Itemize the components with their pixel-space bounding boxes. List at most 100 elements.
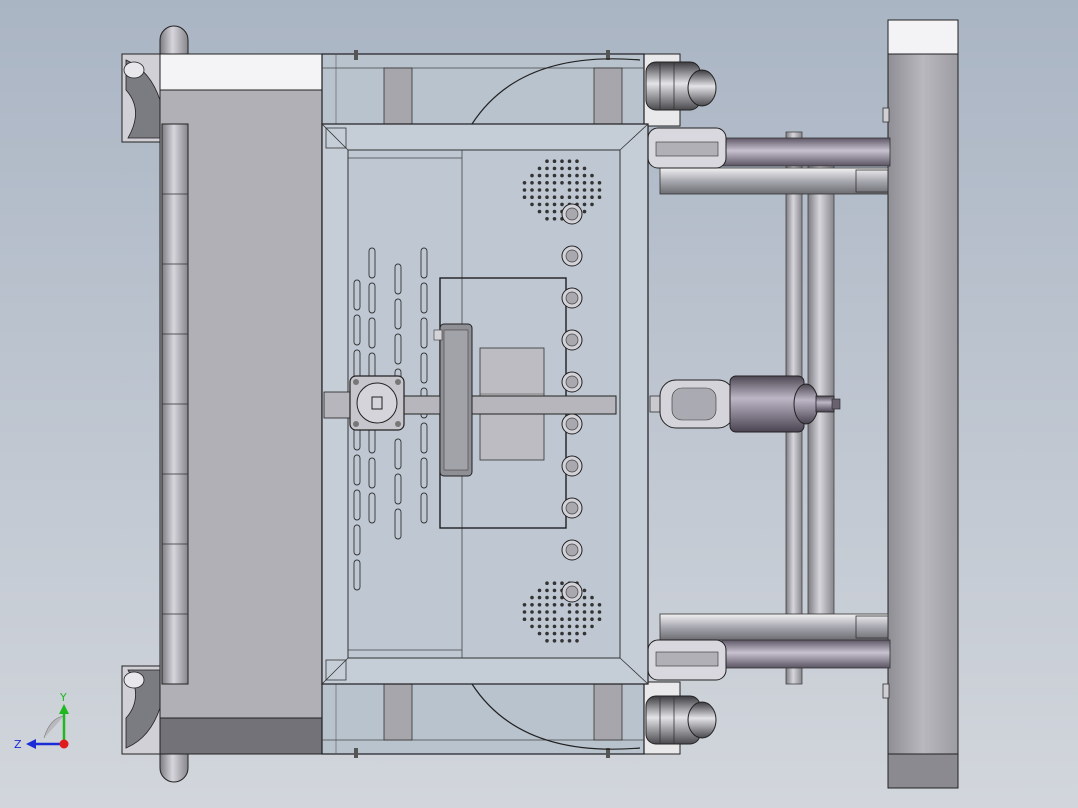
- perforation-hole: [582, 166, 587, 171]
- perforation-hole: [552, 595, 557, 600]
- perforation-hole: [552, 603, 557, 607]
- perforation-hole: [582, 595, 587, 600]
- perforation-hole: [537, 166, 542, 171]
- perforation-hole: [597, 610, 602, 614]
- perforation-hole: [552, 617, 557, 621]
- perforation-hole: [552, 209, 557, 214]
- perforation-hole: [567, 617, 572, 621]
- perforation-hole: [582, 181, 587, 185]
- bolt-inner: [565, 249, 579, 263]
- perforation-hole: [522, 195, 527, 199]
- perforation-hole: [522, 617, 527, 621]
- perforation-hole: [530, 181, 534, 185]
- perforation-hole: [567, 603, 572, 607]
- perforation-hole: [537, 610, 542, 614]
- perforation-hole: [560, 202, 564, 207]
- perforation-hole: [552, 188, 557, 192]
- perforation-hole: [537, 188, 542, 192]
- perforation-hole: [575, 173, 579, 178]
- perforation-hole: [552, 166, 557, 171]
- perforation-hole: [597, 195, 602, 199]
- bolt-inner: [565, 501, 579, 515]
- bolt-inner: [565, 333, 579, 347]
- perforation-hole: [552, 173, 557, 178]
- perforation-hole: [545, 639, 549, 643]
- perforation-hole: [597, 181, 602, 185]
- perforation-hole: [590, 181, 594, 185]
- perforation-hole: [567, 624, 572, 629]
- perforation-hole: [590, 603, 594, 607]
- perforation-hole: [530, 617, 534, 621]
- perforation-hole: [575, 639, 579, 643]
- perforation-hole: [530, 624, 534, 629]
- perforation-hole: [545, 209, 549, 214]
- perforation-hole: [552, 581, 557, 585]
- bolt-inner: [565, 543, 579, 557]
- perforation-hole: [582, 588, 587, 593]
- perforation-hole: [530, 610, 534, 614]
- triad-z-label: Z: [14, 738, 22, 751]
- perforation-hole: [545, 202, 549, 207]
- perforation-hole: [597, 188, 602, 192]
- perforation-hole: [537, 588, 542, 593]
- perforation-hole: [582, 173, 587, 178]
- perforation-hole: [552, 624, 557, 629]
- perforation-hole: [582, 195, 587, 199]
- perforation-hole: [560, 617, 564, 621]
- perforation-hole: [567, 173, 572, 178]
- perforation-hole: [552, 588, 557, 593]
- perforation-hole: [575, 617, 579, 621]
- bolt-inner: [565, 291, 579, 305]
- perforation-hole: [552, 159, 557, 163]
- perforation-hole: [590, 595, 594, 600]
- bolt-inner: [565, 375, 579, 389]
- perforation-hole: [522, 181, 527, 185]
- perforation-hole: [522, 610, 527, 614]
- perforation-hole: [545, 181, 549, 185]
- perforation-hole: [545, 581, 549, 585]
- perforation-hole: [560, 631, 564, 636]
- perforation-hole: [560, 581, 564, 585]
- perforation-hole: [590, 173, 594, 178]
- perforation-hole: [545, 603, 549, 607]
- perforation-hole: [552, 217, 557, 221]
- perforation-hole: [530, 603, 534, 607]
- perforation-hole: [560, 624, 564, 629]
- perforation-hole: [545, 188, 549, 192]
- perforation-hole: [545, 173, 549, 178]
- model-drawing: Y Z: [0, 0, 1078, 808]
- perforation-hole: [545, 610, 549, 614]
- perforation-hole: [575, 188, 579, 192]
- perforation-hole: [590, 617, 594, 621]
- perforation-hole: [537, 209, 542, 214]
- perforation-hole: [582, 624, 587, 629]
- perforation-hole: [582, 617, 587, 621]
- perforation-hole: [530, 173, 534, 178]
- perforation-hole: [552, 631, 557, 636]
- perforation-hole: [560, 159, 564, 163]
- perforation-hole: [567, 610, 572, 614]
- perforation-hole: [552, 639, 557, 643]
- perforation-hole: [530, 202, 534, 207]
- perforation-hole: [582, 603, 587, 607]
- perforation-hole: [545, 217, 549, 221]
- perforation-hole: [590, 195, 594, 199]
- perforation-hole: [537, 595, 542, 600]
- perforation-hole: [582, 610, 587, 614]
- perforation-hole: [567, 159, 572, 163]
- triad-y-label: Y: [59, 691, 67, 704]
- perforation-hole: [530, 195, 534, 199]
- perforation-hole: [567, 639, 572, 643]
- perforation-hole: [537, 173, 542, 178]
- perforation-hole: [575, 181, 579, 185]
- bolt-inner: [565, 207, 579, 221]
- perforation-hole: [590, 610, 594, 614]
- perforation-hole: [567, 631, 572, 636]
- perforation-hole: [567, 181, 572, 185]
- perforation-hole: [560, 181, 564, 185]
- perforation-hole: [575, 166, 579, 171]
- perforation-hole: [597, 603, 602, 607]
- perforation-hole: [537, 603, 542, 607]
- cad-viewport[interactable]: Y Z: [0, 0, 1078, 808]
- perforation-hole: [545, 631, 549, 636]
